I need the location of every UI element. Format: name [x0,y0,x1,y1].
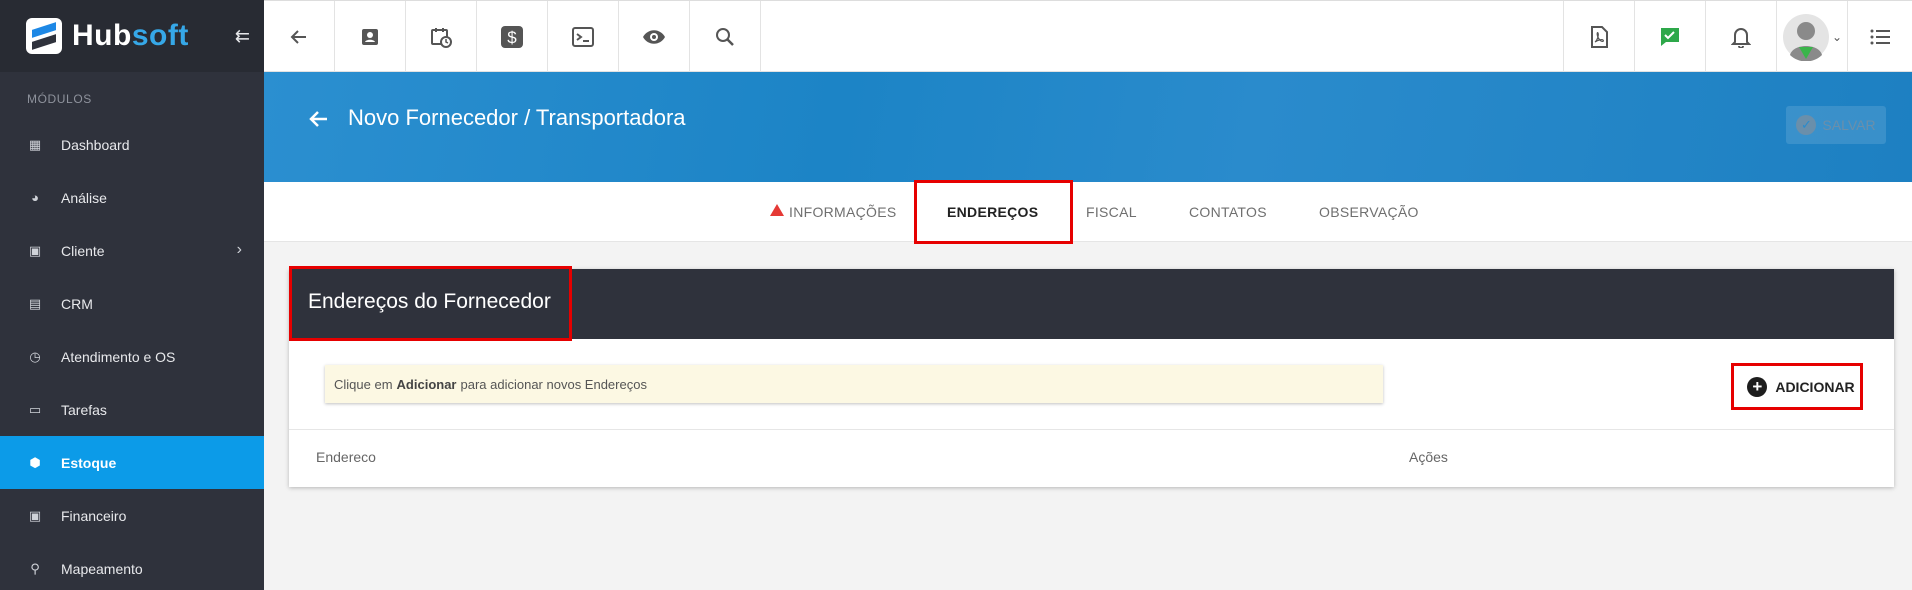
terminal-icon[interactable] [548,1,619,72]
svg-text:$: $ [507,28,517,47]
info-alert: Clique em Adicionar para adicionar novos… [325,365,1383,403]
user-avatar[interactable]: ⌄ [1776,1,1847,72]
panel-header: Endereços do Fornecedor [289,269,1894,339]
addresses-panel: Endereços do Fornecedor Clique em Adicio… [289,269,1894,487]
info-prefix: Clique em [334,376,393,392]
save-button-label: SALVAR [1822,117,1876,133]
brand-name: Hubsoft [72,19,189,52]
info-bold: Adicionar [396,376,457,392]
tab-fiscal[interactable]: FISCAL [1086,182,1137,242]
add-address-button[interactable]: + ADICIONAR [1738,367,1864,407]
box-icon: ⬢ [29,454,41,470]
tab-informacoes[interactable]: INFORMAÇÕES [770,182,897,242]
sidebar-item-label: Atendimento e OS [61,348,176,365]
sidebar-item-analise[interactable]: ◕ Análise [0,171,264,224]
sidebar-item-label: Financeiro [61,507,127,524]
tab-bar: INFORMAÇÕES ENDEREÇOS FISCAL CONTATOS OB… [264,182,1912,242]
sidebar-item-mapeamento[interactable]: ⚲ Mapeamento [0,542,264,590]
warning-icon [770,204,784,216]
bell-icon[interactable] [1705,1,1776,72]
board-icon: ▤ [28,295,42,311]
chevron-right-icon: › [236,241,242,258]
tab-label: FISCAL [1086,204,1137,220]
calendar-clock-icon[interactable] [406,1,477,72]
add-button-label: ADICIONAR [1775,379,1855,395]
page-title: Novo Fornecedor / Transportadora [348,105,686,130]
sidebar-item-cliente[interactable]: ▣ Cliente › [0,224,264,277]
calendar-clock-icon: ◷ [29,348,41,364]
column-header-endereco[interactable]: Endereco [316,449,376,465]
tab-observacao[interactable]: OBSERVAÇÃO [1319,182,1419,242]
pdf-icon[interactable] [1563,1,1634,72]
grid-icon: ▦ [28,136,42,152]
save-button[interactable]: ✓ SALVAR [1786,106,1886,144]
eye-icon[interactable] [619,1,690,72]
map-pin-icon: ⚲ [30,560,40,576]
contact-icon[interactable] [335,1,406,72]
sidebar-item-estoque[interactable]: ⬢ Estoque [0,436,264,489]
page-header: Novo Fornecedor / Transportadora ✓ SALVA… [264,72,1912,182]
tab-label: INFORMAÇÕES [789,204,897,220]
pie-chart-icon: ◕ [31,189,39,205]
sidebar-item-financeiro[interactable]: ▣ Financeiro [0,489,264,542]
section-title: MÓDULOS [27,92,92,106]
sidebar-item-tarefas[interactable]: ▭ Tarefas [0,383,264,436]
sidebar: Hubsoft ⇇ MÓDULOS ▦ Dashboard ◕ Análise … [0,0,264,590]
sidebar-item-label: Dashboard [61,136,130,153]
sidebar-item-label: CRM [61,295,93,312]
tab-contatos[interactable]: CONTATOS [1189,182,1267,242]
dollar-icon[interactable]: $ [477,1,548,72]
search-icon[interactable] [690,1,761,72]
topbar: $ ⌄ [264,0,1912,72]
collapse-sidebar-icon[interactable]: ⇇ [235,26,250,47]
list-menu-icon[interactable] [1847,1,1912,72]
tab-label: OBSERVAÇÃO [1319,204,1419,220]
briefcase-icon: ▭ [28,401,42,417]
hubsoft-logo[interactable] [26,18,62,54]
sidebar-item-dashboard[interactable]: ▦ Dashboard [0,118,264,171]
chat-check-icon[interactable] [1634,1,1705,72]
brand: Hubsoft ⇇ [0,0,264,72]
sidebar-item-label: Tarefas [61,401,107,418]
sidebar-item-label: Cliente [61,242,105,259]
sidebar-item-atendimento[interactable]: ◷ Atendimento e OS [0,330,264,383]
sidebar-item-label: Estoque [61,454,117,471]
back-arrow-icon[interactable] [264,1,335,72]
sidebar-item-crm[interactable]: ▤ CRM [0,277,264,330]
tab-enderecos[interactable]: ENDEREÇOS [947,182,1038,242]
tab-label: CONTATOS [1189,204,1267,220]
divider [289,429,1894,430]
tab-label: ENDEREÇOS [947,204,1039,220]
back-arrow-icon[interactable] [308,108,330,137]
plus-circle-icon: + [1747,377,1768,397]
sidebar-item-label: Mapeamento [61,560,143,577]
info-suffix: para adicionar novos Endereços [460,376,647,392]
money-icon: ▣ [28,507,42,523]
chevron-down-icon: ⌄ [1831,29,1843,44]
check-circle-icon: ✓ [1796,115,1817,135]
column-header-acoes: Ações [1409,449,1448,465]
panel-title: Endereços do Fornecedor [308,290,551,313]
sidebar-item-label: Análise [61,189,107,206]
contact-card-icon: ▣ [28,242,42,258]
